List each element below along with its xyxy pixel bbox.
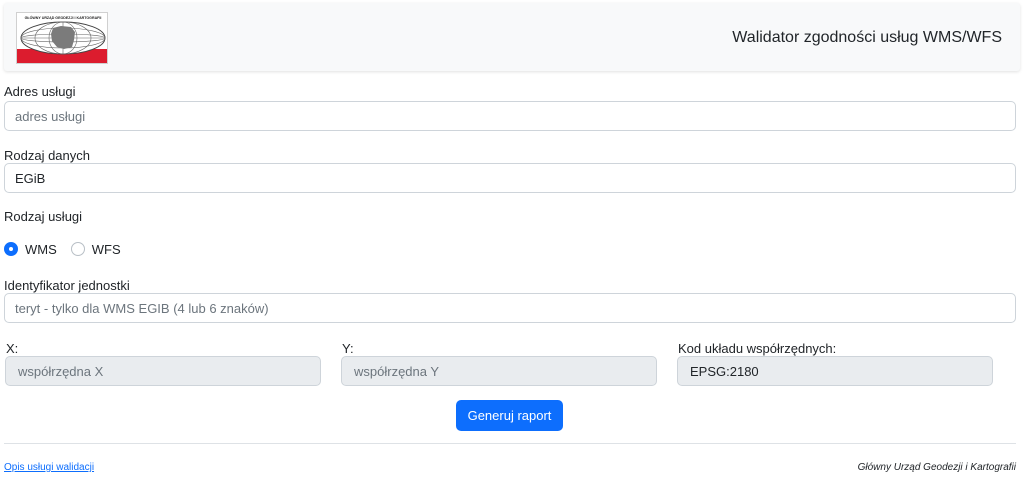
data-type-label: Rodzaj danych [4, 148, 90, 163]
y-coordinate-input[interactable] [341, 356, 657, 386]
app-title: Walidator zgodności usług WMS/WFS [732, 29, 1002, 46]
radio-wms-label: WMS [25, 241, 57, 257]
header-navbar: GŁÓWNY URZĄD GEODEZJI I KARTOGRAFII Wali… [4, 3, 1020, 71]
generate-report-button[interactable]: Generuj raport [456, 400, 563, 431]
y-label: Y: [342, 341, 354, 356]
radio-wfs-button[interactable] [70, 242, 85, 256]
data-type-input[interactable] [4, 163, 1016, 193]
radio-wfs[interactable]: WFS [70, 241, 121, 257]
logo-lettering: GŁÓWNY URZĄD GEODEZJI I KARTOGRAFII [25, 15, 102, 20]
footer-divider [4, 443, 1016, 444]
service-type-radio-group: WMS WFS [4, 240, 135, 258]
footer-organization: Główny Urząd Geodezji i Kartografii [857, 462, 1016, 473]
radio-wfs-label: WFS [91, 241, 121, 257]
radio-wms-button[interactable] [4, 242, 18, 256]
crs-input[interactable] [677, 356, 993, 386]
address-label: Adres usługi [4, 84, 76, 99]
x-coordinate-input[interactable] [5, 356, 321, 386]
gugik-logo[interactable]: GŁÓWNY URZĄD GEODEZJI I KARTOGRAFII [16, 12, 108, 64]
unit-id-input[interactable] [4, 293, 1016, 323]
validation-description-link[interactable]: Opis usługi walidacji [4, 462, 94, 473]
x-label: X: [6, 341, 19, 356]
unit-id-label: Identyfikator jednostki [4, 278, 130, 293]
radio-wms[interactable]: WMS [4, 242, 57, 257]
address-input[interactable] [4, 101, 1016, 131]
service-type-label: Rodzaj usługi [4, 209, 83, 224]
crs-label: Kod układu współrzędnych: [678, 341, 837, 356]
